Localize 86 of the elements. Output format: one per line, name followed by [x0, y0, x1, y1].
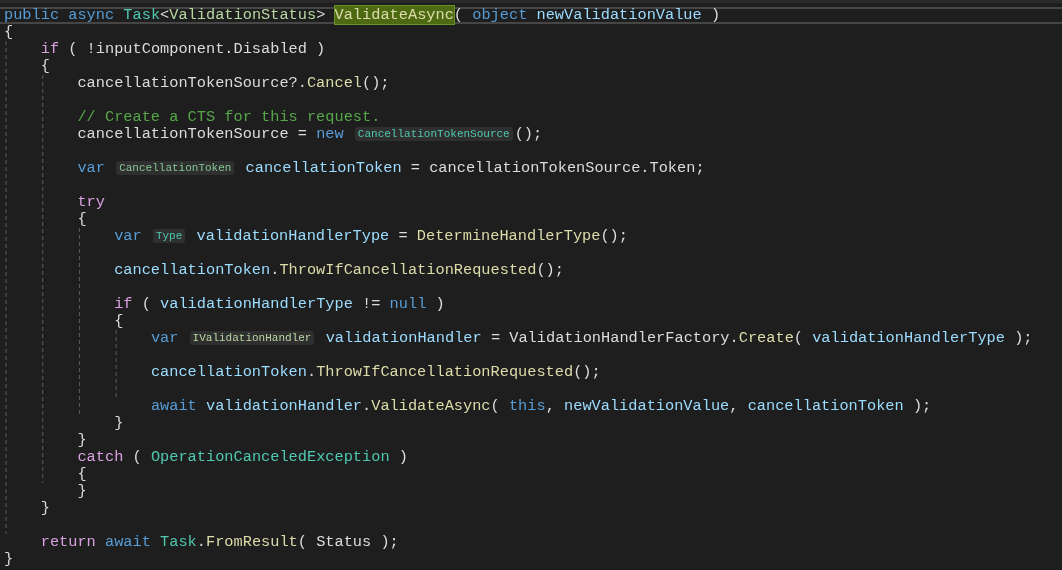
code-token: try	[77, 193, 105, 211]
code-token: .	[306, 363, 317, 381]
code-token: }	[4, 550, 14, 568]
code-token: }	[40, 499, 50, 517]
code-token: null	[389, 295, 427, 313]
code-token: ();	[514, 125, 543, 143]
code-token: Cancel	[306, 74, 362, 92]
code-token: }	[77, 482, 87, 500]
code-token: ();	[362, 74, 390, 92]
code-token: new	[316, 125, 344, 143]
code-token: .	[196, 533, 206, 551]
highlighted-method: ValidateAsync	[334, 6, 454, 24]
code-token: ();	[573, 363, 601, 381]
code-token: }	[77, 431, 87, 449]
code-token: validationHandlerType	[160, 295, 353, 313]
code-token: ( Status );	[297, 533, 399, 551]
code-token: cancellationTokenSource?.	[77, 74, 307, 92]
code-token: object	[472, 6, 528, 24]
code-token: );	[912, 397, 932, 415]
code-token: cancellationToken	[114, 261, 271, 279]
code-token: = cancellationTokenSource.Token;	[410, 159, 705, 177]
code-token: DetermineHandlerType	[416, 227, 601, 245]
type-hint: CancellationToken	[116, 161, 235, 175]
code-token: catch	[77, 448, 124, 466]
code-token: await	[150, 397, 197, 415]
code-token: ();	[536, 261, 564, 279]
code-token: ThrowIfCancellationRequested	[279, 261, 537, 279]
code-token: .	[270, 261, 280, 279]
code-token: var	[77, 159, 105, 177]
code-token: ( !inputComponent.Disabled )	[68, 40, 326, 58]
code-token: async	[68, 6, 115, 24]
code-token: this	[508, 397, 546, 415]
type-hint: IValidationHandler	[189, 331, 315, 345]
code-token: !=	[362, 295, 381, 313]
code-token: {	[40, 57, 50, 75]
code-token: validationHandlerType	[812, 329, 1005, 347]
code-token: );	[1014, 329, 1033, 347]
code-token: cancellationToken	[245, 159, 402, 177]
code-token: ,	[729, 397, 739, 415]
code-token: cancellationTokenSource =	[77, 125, 307, 143]
code-token: <	[160, 6, 170, 24]
code-token: public	[4, 6, 60, 24]
code-token: {	[4, 23, 14, 41]
code-token: Task	[123, 6, 161, 24]
code-token: )	[710, 6, 721, 24]
code-token: (	[141, 295, 151, 313]
code-token: var	[150, 329, 179, 347]
code-token: (	[132, 448, 142, 466]
code-token: newValidationValue	[536, 6, 702, 24]
code-token: Task	[160, 533, 197, 551]
code-token: {	[77, 465, 87, 483]
code-token: validationHandler	[205, 397, 363, 415]
code-token: FromResult	[206, 533, 298, 551]
code-token: (	[793, 329, 803, 347]
code-token: validationHandler	[325, 329, 482, 347]
code-token: {	[77, 210, 87, 228]
code-token: cancellationToken	[747, 397, 904, 415]
code-token: if	[114, 295, 133, 313]
code-token: return	[40, 533, 96, 551]
code-token: }	[114, 414, 124, 432]
code-token: .	[362, 397, 372, 415]
code-token: (	[453, 6, 464, 24]
code-token: cancellationToken	[150, 363, 307, 381]
code-token: (	[490, 397, 500, 415]
code-token: ValidationStatus	[169, 6, 317, 24]
code-token: >	[316, 6, 326, 24]
code-token: ValidateAsync	[371, 397, 491, 415]
code-token: =	[398, 227, 408, 245]
code-token: ,	[545, 397, 555, 415]
code-comment: // Create a CTS for this request.	[77, 108, 381, 126]
code-token: validationHandlerType	[196, 227, 390, 245]
type-hint: CancellationTokenSource	[354, 127, 513, 141]
code-token: {	[114, 312, 124, 330]
code-token: OperationCanceledException	[150, 448, 390, 466]
code-token: )	[398, 448, 408, 466]
code-token: Create	[738, 329, 794, 347]
code-token: ThrowIfCancellationRequested	[316, 363, 574, 381]
code-token: ();	[600, 227, 628, 245]
code-token: newValidationValue	[564, 397, 730, 415]
type-hint: Type	[152, 229, 186, 243]
indent-guide	[115, 329, 117, 399]
code-token: await	[105, 533, 151, 551]
code-token: )	[435, 295, 445, 313]
code-token: = ValidationHandlerFactory.	[490, 329, 739, 347]
code-token: if	[40, 40, 60, 58]
code-token: var	[114, 227, 142, 245]
